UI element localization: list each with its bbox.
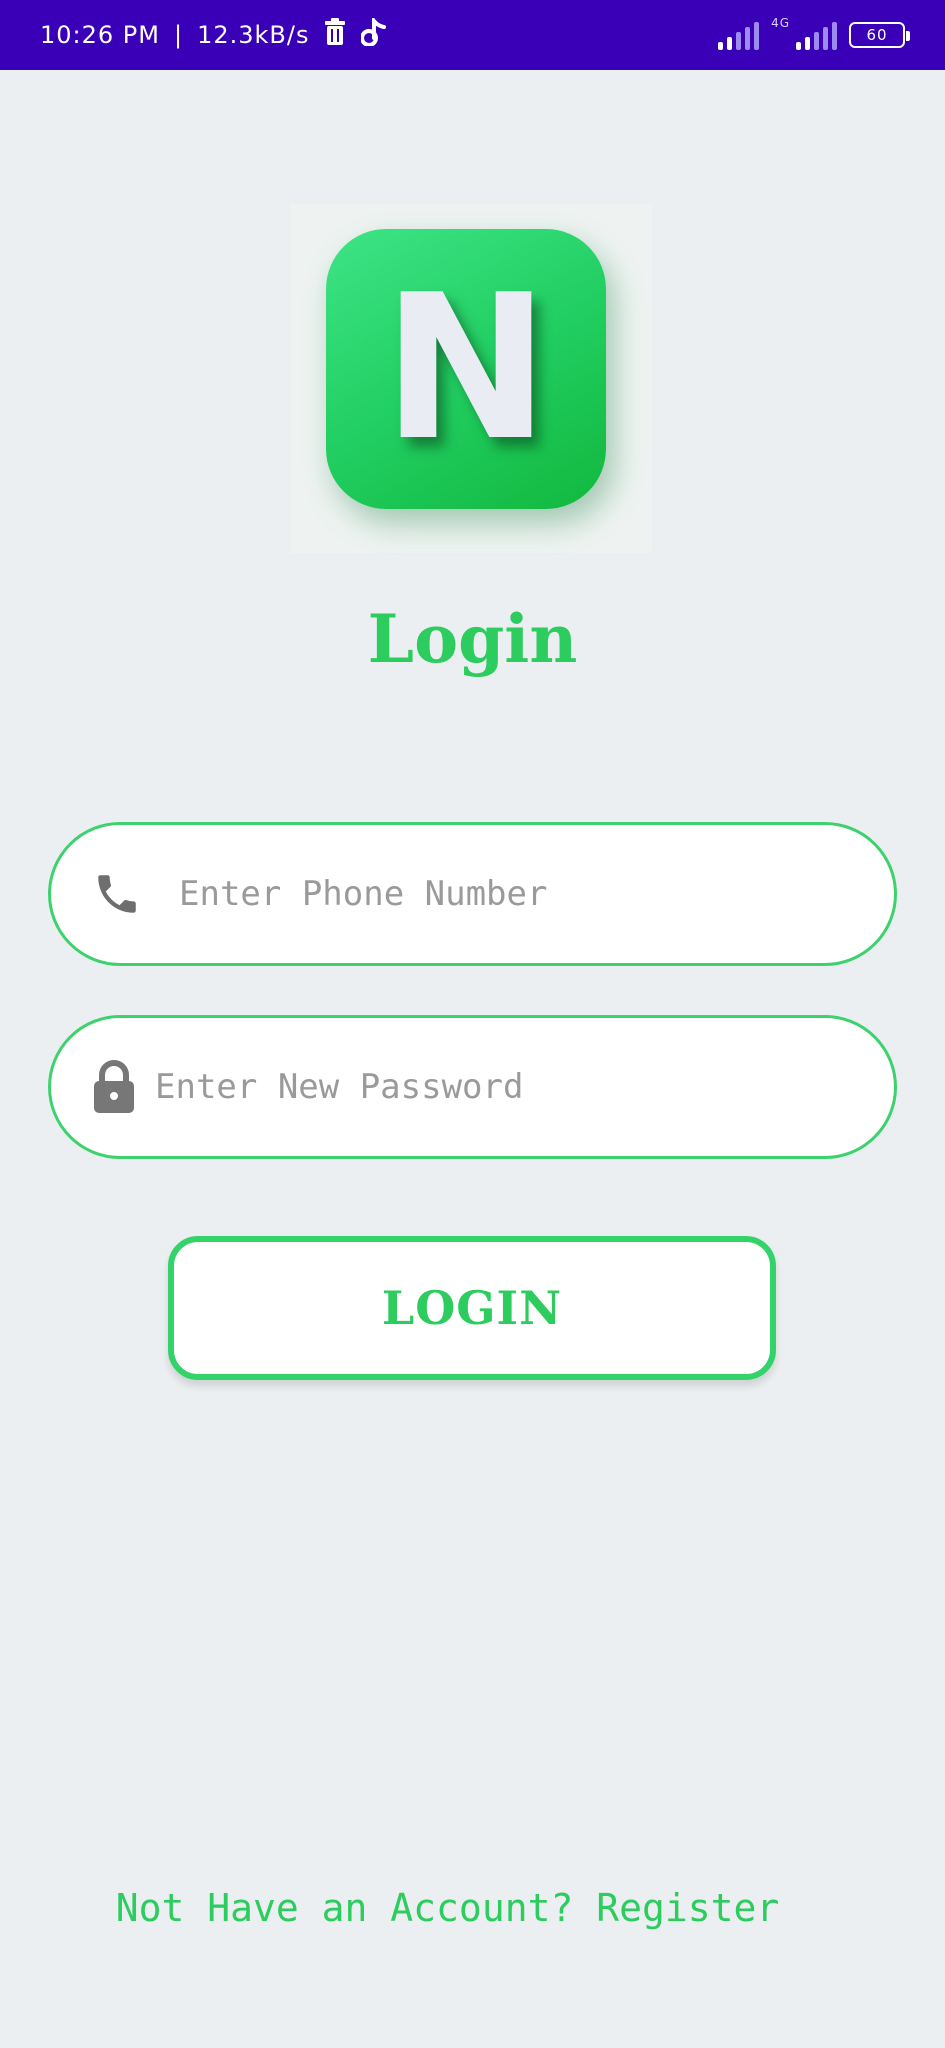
phone-input[interactable] [179, 825, 894, 963]
logo-tile: N [326, 228, 606, 509]
login-button-label: LOGIN [381, 1281, 563, 1335]
trash-icon [323, 18, 347, 52]
password-input[interactable] [155, 1018, 894, 1156]
status-right: 4G 60 [718, 16, 910, 50]
phone-icon [89, 869, 145, 919]
status-left: 10:26 PM | 12.3kB/s [40, 15, 387, 52]
page-title: Login [367, 600, 578, 678]
register-link[interactable]: Not Have an Account? Register [0, 1886, 945, 1930]
lock-icon [91, 1060, 137, 1114]
network-type: 4G [771, 16, 790, 30]
music-note-icon [360, 15, 387, 52]
status-time: 10:26 PM [40, 21, 160, 49]
battery-level: 60 [866, 26, 888, 44]
login-button[interactable]: LOGIN [168, 1236, 776, 1380]
status-separator: | [173, 21, 184, 49]
password-field[interactable] [48, 1015, 897, 1159]
signal-strength-icon-2 [796, 20, 837, 50]
status-speed: 12.3kB/s [197, 21, 310, 49]
battery-icon: 60 [849, 22, 910, 48]
app-logo: N [290, 204, 652, 553]
status-bar: 10:26 PM | 12.3kB/s 4G 60 [0, 0, 945, 70]
signal-strength-icon [718, 20, 760, 50]
logo-letter: N [382, 251, 550, 485]
phone-field[interactable] [48, 822, 897, 966]
